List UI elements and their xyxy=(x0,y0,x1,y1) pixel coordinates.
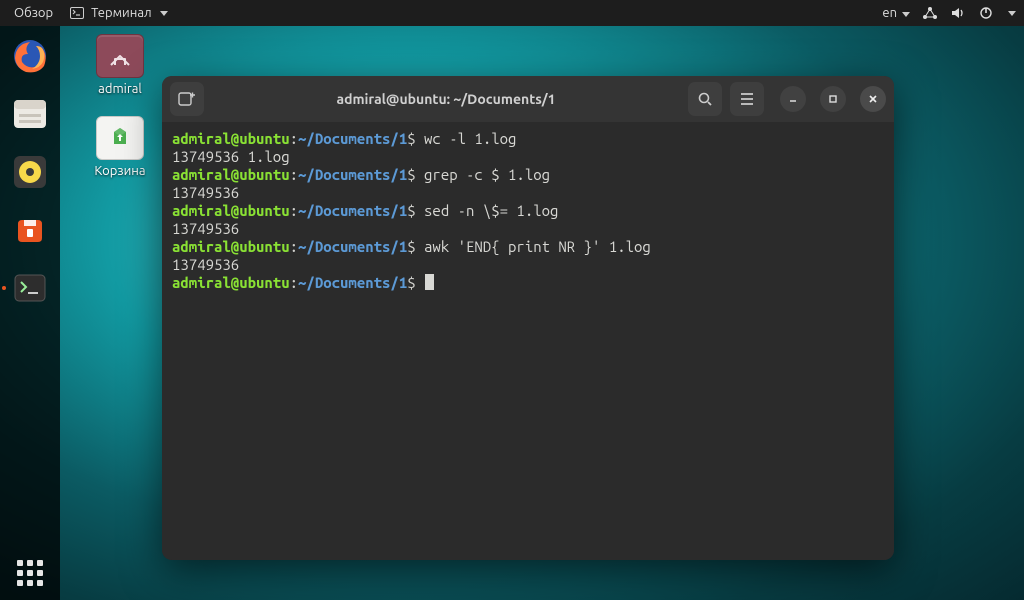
app-menu-button[interactable]: Терминал xyxy=(69,0,167,26)
dock-item-software[interactable] xyxy=(8,208,52,252)
trash-icon xyxy=(96,116,144,160)
dock xyxy=(0,26,60,600)
terminal-titlebar[interactable]: admiral@ubuntu: ~/Documents/1 xyxy=(162,76,894,122)
terminal-window: admiral@ubuntu: ~/Documents/1 admiral@ub… xyxy=(162,76,894,560)
dock-item-firefox[interactable] xyxy=(8,34,52,78)
new-tab-button[interactable] xyxy=(170,82,204,116)
minimize-button[interactable] xyxy=(780,86,806,112)
show-applications-button[interactable] xyxy=(0,560,60,586)
terminal-title: admiral@ubuntu: ~/Documents/1 xyxy=(212,91,680,107)
volume-icon[interactable] xyxy=(950,5,966,21)
maximize-button[interactable] xyxy=(820,86,846,112)
folder-icon xyxy=(96,34,144,78)
language-label: en xyxy=(882,6,897,20)
close-button[interactable] xyxy=(860,86,886,112)
hamburger-menu-button[interactable] xyxy=(730,82,764,116)
activities-button[interactable]: Обзор xyxy=(14,0,53,26)
dock-item-terminal[interactable] xyxy=(8,266,52,310)
input-language-indicator[interactable]: en xyxy=(882,0,910,26)
desktop-icons: admiral Корзина xyxy=(80,34,160,178)
search-button[interactable] xyxy=(688,82,722,116)
chevron-down-icon xyxy=(902,12,910,17)
network-icon[interactable] xyxy=(922,5,938,21)
dock-item-files[interactable] xyxy=(8,92,52,136)
desktop-trash[interactable]: Корзина xyxy=(80,116,160,178)
desktop-folder-label: admiral xyxy=(80,82,160,96)
top-panel: Обзор Терминал en xyxy=(0,0,1024,26)
dock-item-rhythmbox[interactable] xyxy=(8,150,52,194)
desktop-trash-label: Корзина xyxy=(80,164,160,178)
chevron-down-icon xyxy=(1008,11,1016,16)
terminal-icon xyxy=(69,5,85,21)
app-menu-label: Терминал xyxy=(91,0,151,26)
power-icon[interactable] xyxy=(978,5,994,21)
desktop-folder-admiral[interactable]: admiral xyxy=(80,34,160,96)
terminal-body[interactable]: admiral@ubuntu:~/Documents/1$ wc -l 1.lo… xyxy=(162,122,894,560)
chevron-down-icon xyxy=(160,11,168,16)
